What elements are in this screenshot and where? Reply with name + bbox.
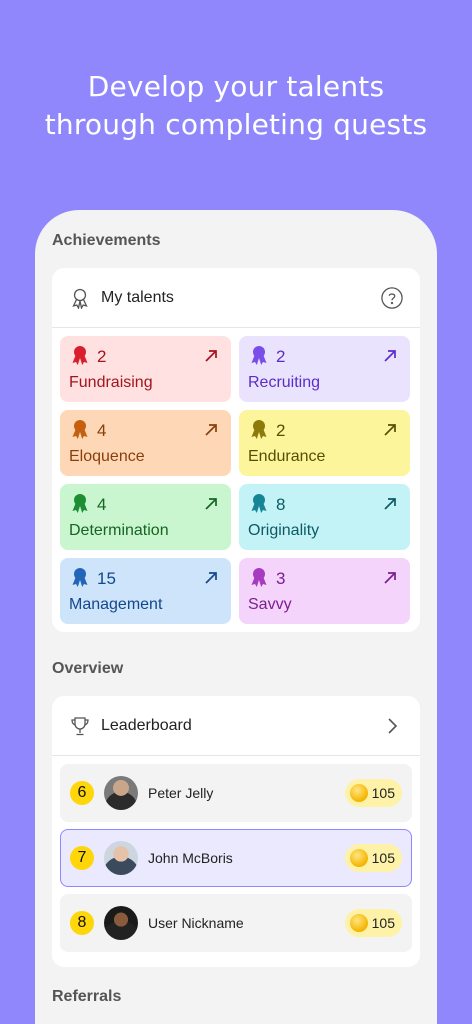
my-talents-card: My talents 2 Fundraising 2 Recruiting 4 Eloqu… [52, 268, 420, 632]
leaderboard-row[interactable]: 6 Peter Jelly 105 [60, 764, 412, 822]
talent-name: Originality [248, 522, 320, 539]
talent-name: Management [69, 596, 163, 613]
help-icon[interactable] [381, 286, 403, 309]
leaderboard-row[interactable]: 7 John McBoris 105 [60, 829, 412, 887]
badge-icon [69, 492, 91, 519]
talent-tile[interactable]: 2 Endurance [239, 410, 410, 476]
talent-tile[interactable]: 3 Savvy [239, 558, 410, 624]
talent-count: 3 [276, 569, 286, 588]
arrow-up-right-icon [382, 570, 398, 591]
talent-count: 8 [276, 495, 286, 514]
talent-name: Savvy [248, 596, 292, 613]
coin-amount: 105 [371, 915, 395, 931]
talent-name: Fundraising [69, 374, 153, 391]
badge-icon [69, 566, 91, 593]
arrow-up-right-icon [203, 348, 219, 369]
talent-tile[interactable]: 4 Eloquence [60, 410, 231, 476]
arrow-up-right-icon [203, 496, 219, 517]
rank-badge: 6 [70, 781, 94, 805]
my-talents-header[interactable]: My talents [52, 268, 420, 328]
user-name: User Nickname [148, 915, 244, 931]
user-name: John McBoris [148, 850, 233, 866]
leaderboard-title: Leaderboard [101, 716, 192, 734]
headline-line-2: through completing quests [44, 108, 428, 141]
chevron-right-icon[interactable] [381, 715, 403, 737]
coin-amount: 105 [371, 850, 395, 866]
talent-tile[interactable]: 2 Recruiting [239, 336, 410, 402]
talent-name: Recruiting [248, 374, 321, 391]
my-talents-title: My talents [101, 288, 174, 306]
talent-tile[interactable]: 15 Management [60, 558, 231, 624]
talent-count: 2 [97, 347, 107, 366]
avatar [104, 841, 138, 875]
badge-icon [248, 344, 270, 371]
coin-amount: 105 [371, 785, 395, 801]
leaderboard-card: Leaderboard 6 Peter Jelly 105 7 John McBoris… [52, 696, 420, 967]
arrow-up-right-icon [203, 570, 219, 591]
coin-icon [349, 784, 368, 802]
headline-line-1: Develop your talents [87, 70, 385, 103]
leaderboard-rows: 6 Peter Jelly 105 7 John McBoris 105 8 User Nic… [52, 756, 420, 967]
arrow-up-right-icon [382, 496, 398, 517]
talent-tile[interactable]: 8 Originality [239, 484, 410, 550]
award-ribbon-icon [69, 287, 91, 309]
talent-name: Eloquence [69, 448, 145, 465]
rank-badge: 7 [70, 846, 94, 870]
coin-icon [349, 849, 368, 867]
talent-count: 2 [276, 421, 286, 440]
rank-badge: 8 [70, 911, 94, 935]
talent-count: 4 [97, 495, 107, 514]
talent-count: 4 [97, 421, 107, 440]
badge-icon [248, 418, 270, 445]
leaderboard-row[interactable]: 8 User Nickname 105 [60, 894, 412, 952]
avatar [104, 906, 138, 940]
talent-tile[interactable]: 2 Fundraising [60, 336, 231, 402]
phone-screen: Achievements My talents 2 Fundraising 2 Rec… [35, 210, 437, 1024]
coin-balance: 105 [344, 909, 402, 937]
avatar [104, 776, 138, 810]
arrow-up-right-icon [203, 422, 219, 443]
talent-count: 15 [97, 569, 116, 588]
talent-count: 2 [276, 347, 286, 366]
leaderboard-header[interactable]: Leaderboard [52, 696, 420, 756]
arrow-up-right-icon [382, 422, 398, 443]
user-name: Peter Jelly [148, 785, 214, 801]
talent-name: Determination [69, 522, 169, 539]
trophy-icon [69, 715, 91, 737]
overview-section-title: Overview [52, 660, 124, 677]
coin-icon [349, 914, 368, 932]
talent-name: Endurance [248, 448, 326, 465]
referrals-section-title: Referrals [52, 988, 122, 1005]
badge-icon [69, 418, 91, 445]
talents-grid: 2 Fundraising 2 Recruiting 4 Eloquence 2 Endura… [52, 328, 420, 632]
badge-icon [248, 566, 270, 593]
coin-balance: 105 [344, 779, 402, 807]
badge-icon [69, 344, 91, 371]
achievements-section-title: Achievements [52, 232, 161, 249]
arrow-up-right-icon [382, 348, 398, 369]
talent-tile[interactable]: 4 Determination [60, 484, 231, 550]
badge-icon [248, 492, 270, 519]
headline: Develop your talents through completing … [0, 68, 472, 144]
coin-balance: 105 [344, 844, 402, 872]
